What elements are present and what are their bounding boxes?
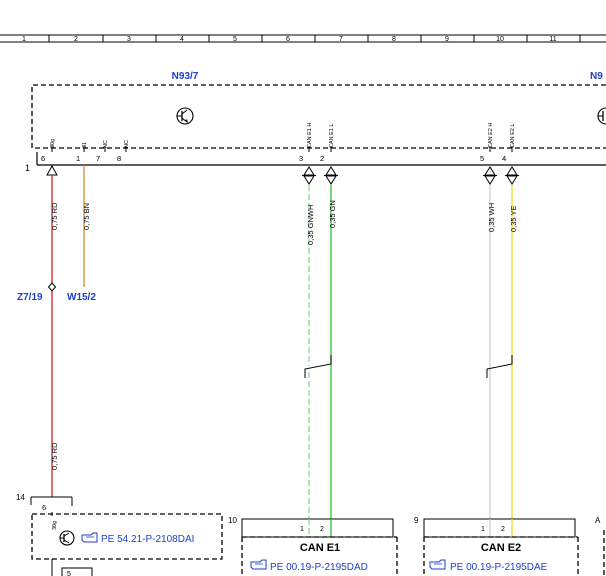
wiring-diagram: 1 2 3 4 5 6 7 8 9 10 11 N93/7 N9 30g 31 … bbox=[0, 34, 606, 576]
can-e2-h-connector-symbol bbox=[483, 166, 497, 185]
transistor-icon bbox=[597, 107, 606, 125]
transistor-icon bbox=[59, 530, 75, 546]
pin-number-3: 3 bbox=[299, 154, 303, 163]
pin-name-nc-2: NC bbox=[124, 140, 130, 148]
wire-label-gn: 0,35 GN bbox=[328, 200, 337, 228]
can-e1-title: CAN E1 bbox=[300, 542, 340, 554]
grid-col-7: 7 bbox=[339, 36, 343, 43]
pin-number-4: 4 bbox=[502, 154, 506, 163]
pointing-hand-icon bbox=[250, 559, 267, 570]
can-e2-pin-2: 2 bbox=[501, 526, 505, 533]
wire-label-rd-lower: 0,75 RD bbox=[50, 442, 59, 470]
pin-name-can-e1-h: CAN E1 H bbox=[307, 123, 313, 148]
bottom-left-ref-link[interactable]: PE 54.21-P-2108DAI bbox=[101, 534, 194, 545]
pin-stubs bbox=[51, 146, 513, 152]
right-edge-letter: A bbox=[595, 516, 601, 525]
pin-name-can-e2-l: CAN E2 L bbox=[510, 124, 516, 148]
pin-name-labels: 30g 31 NC NC CAN E1 H CAN E1 L CAN E2 H … bbox=[50, 123, 516, 148]
can-e1-ref-link[interactable]: PE 00.19-P-2195DAD bbox=[270, 562, 368, 573]
wire-label-ye: 0,35 YE bbox=[509, 205, 518, 232]
grid-col-5: 5 bbox=[233, 36, 237, 43]
pin-name-can-e2-h: CAN E2 H bbox=[488, 123, 494, 148]
can-e2-l-connector-symbol bbox=[505, 166, 519, 185]
pin-name-nc-1: NC bbox=[103, 140, 109, 148]
grid-col-3: 3 bbox=[127, 36, 131, 43]
wiring-diagram-page: 1 2 3 4 5 6 7 8 9 10 11 N93/7 N9 30g 31 … bbox=[0, 0, 606, 576]
grid-col-11: 11 bbox=[549, 36, 556, 43]
pin-name-can-e1-l: CAN E1 L bbox=[329, 124, 335, 148]
bottom-left-component[interactable]: 14 6 30g PE 54.21-P-2108DAI 5 bbox=[16, 493, 223, 576]
grid-col-9: 9 bbox=[445, 36, 449, 43]
grid-col-4: 4 bbox=[180, 36, 184, 43]
bottom-left-connector-number: 14 bbox=[16, 493, 25, 502]
twisted-pair-mark-e2 bbox=[486, 355, 513, 378]
module-label-right: N9 bbox=[590, 71, 603, 82]
wire-label-rd-upper: 0,75 RD bbox=[50, 202, 59, 230]
pin-number-2: 2 bbox=[320, 154, 324, 163]
pointing-hand-icon bbox=[81, 532, 98, 543]
wire-label-gnwh: 0,35 GNWH bbox=[306, 205, 315, 245]
connector-1[interactable]: 1 6 1 7 8 3 2 5 4 bbox=[25, 152, 606, 173]
wire-label-bn: 0,75 BN bbox=[82, 203, 91, 230]
can-e1-bus-block[interactable]: 10 1 2 CAN E1 PE 00.19-P-2195DAD bbox=[228, 516, 398, 576]
bottom-left-pin-name: 30g bbox=[52, 521, 58, 530]
pin-number-1: 1 bbox=[76, 154, 80, 163]
can-e2-pin-1: 1 bbox=[481, 526, 485, 533]
pin-name-31: 31 bbox=[82, 142, 88, 148]
module-label: N93/7 bbox=[172, 71, 199, 82]
pin-number-8: 8 bbox=[117, 154, 121, 163]
wire-label-wh: 0,35 WH bbox=[487, 203, 496, 232]
connector-number: 1 bbox=[25, 163, 30, 173]
bottom-left-pin-number: 6 bbox=[42, 503, 46, 512]
grid-col-6: 6 bbox=[286, 36, 290, 43]
pin-number-6: 6 bbox=[41, 154, 45, 163]
grid-ruler: 1 2 3 4 5 6 7 8 9 10 11 bbox=[0, 34, 606, 43]
can-e1-pin-2: 2 bbox=[320, 526, 324, 533]
pin-number-5: 5 bbox=[480, 154, 484, 163]
bottom-left-small-number: 5 bbox=[67, 571, 71, 576]
can-e1-h-connector-symbol bbox=[302, 166, 316, 185]
can-e1-l-connector-symbol bbox=[324, 166, 338, 185]
can-e2-title: CAN E2 bbox=[481, 542, 521, 554]
pointing-hand-icon bbox=[429, 559, 446, 570]
can-e1-connector-number: 10 bbox=[228, 516, 237, 525]
can-e2-connector-number: 9 bbox=[414, 516, 419, 525]
can-e2-ref-link[interactable]: PE 00.19-P-2195DAE bbox=[450, 562, 548, 573]
grid-col-8: 8 bbox=[392, 36, 396, 43]
can-e1-pin-1: 1 bbox=[300, 526, 304, 533]
grid-col-2: 2 bbox=[74, 36, 78, 43]
module-n93-7[interactable]: N93/7 N9 bbox=[31, 71, 606, 149]
grid-col-10: 10 bbox=[496, 36, 504, 43]
pin-name-30g: 30g bbox=[50, 139, 56, 148]
transistor-icon bbox=[176, 107, 194, 125]
can-e2-bus-block[interactable]: 9 1 2 CAN E2 PE 00.19-P-2195DAE bbox=[414, 516, 579, 576]
grid-col-1: 1 bbox=[22, 36, 26, 43]
pin-number-7: 7 bbox=[96, 154, 100, 163]
ground-w15-2-label: W15/2 bbox=[67, 292, 96, 303]
connector-z7-19-label: Z7/19 bbox=[17, 292, 43, 303]
